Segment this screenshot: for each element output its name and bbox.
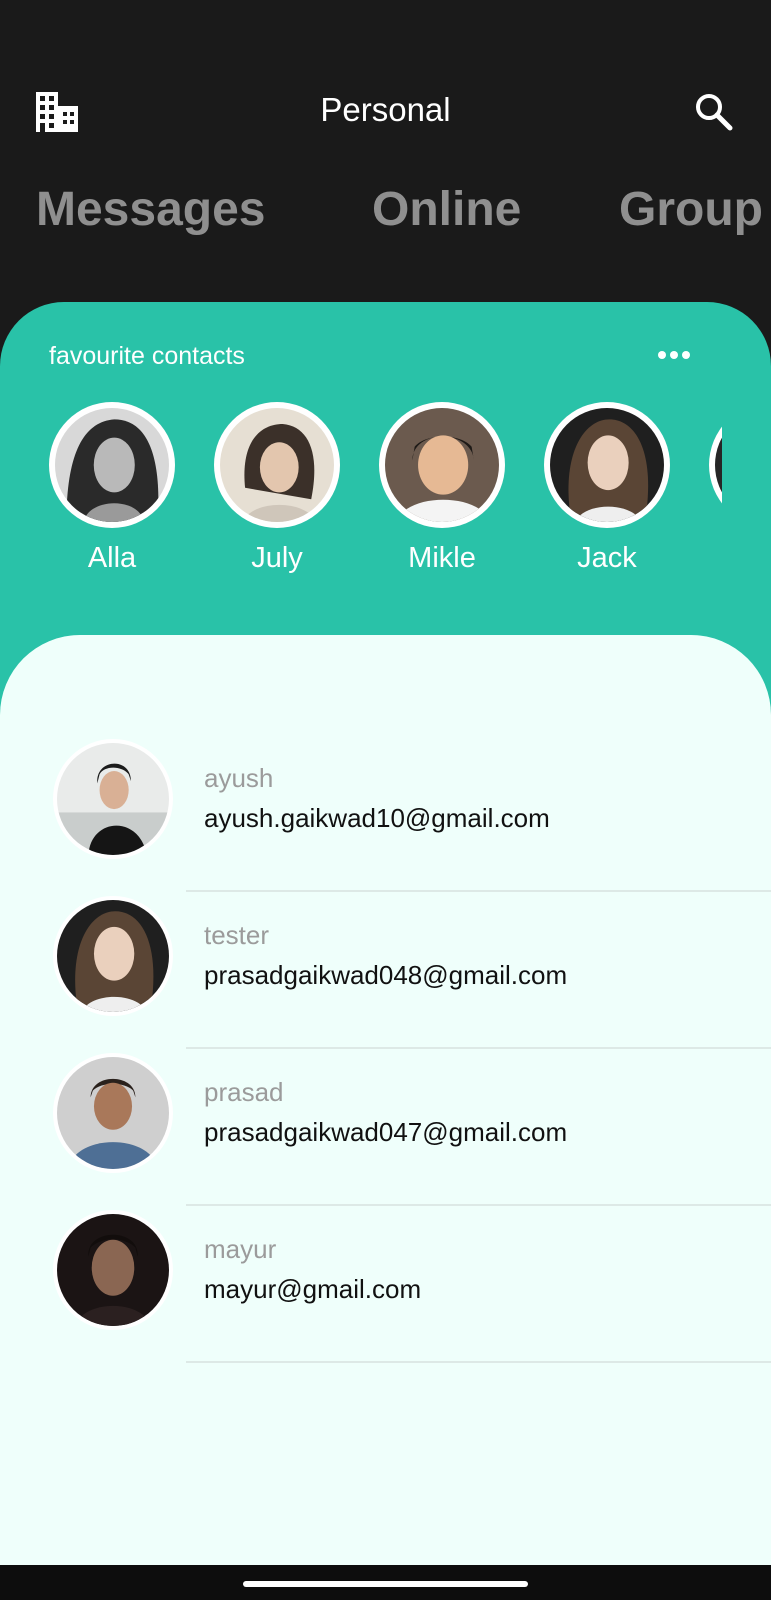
tab-bar: Messages Online Group: [0, 178, 771, 248]
contact-row[interactable]: tester prasadgaikwad048@gmail.com: [0, 892, 771, 1049]
avatar: [709, 402, 722, 528]
favourite-contacts-strip: Alla July Mikle Jack: [0, 402, 722, 592]
favourite-contact-name: Jack: [577, 542, 637, 574]
contact-name: ayush: [204, 763, 274, 793]
contact-row[interactable]: mayur mayur@gmail.com: [0, 1206, 771, 1363]
favourite-contact-name: Mikle: [408, 542, 476, 574]
contacts-list-panel: ayush ayush.gaikwad10@gmail.com tester p…: [0, 635, 771, 1565]
favourite-contact[interactable]: Alla: [49, 402, 175, 576]
more-horizontal-icon[interactable]: [657, 346, 691, 364]
contact-name: tester: [204, 920, 270, 950]
contact-row[interactable]: prasad prasadgaikwad047@gmail.com: [0, 1049, 771, 1206]
tab-group[interactable]: Group: [619, 178, 763, 242]
favourite-contact[interactable]: July: [214, 402, 340, 576]
favourite-contact-name: July: [251, 542, 303, 574]
contact-row[interactable]: ayush ayush.gaikwad10@gmail.com: [0, 735, 771, 892]
tab-online[interactable]: Online: [372, 178, 521, 242]
search-icon[interactable]: [694, 92, 734, 132]
tab-messages[interactable]: Messages: [36, 178, 265, 242]
home-indicator[interactable]: [243, 1581, 528, 1587]
avatar: [53, 739, 173, 859]
page-title: Personal: [320, 91, 451, 128]
avatar: [53, 1210, 173, 1330]
contact-name: mayur: [204, 1234, 277, 1264]
avatar: [544, 402, 670, 528]
contact-email: prasadgaikwad048@gmail.com: [204, 960, 568, 990]
favourite-contact[interactable]: [709, 402, 722, 528]
avatar: [53, 1053, 173, 1173]
contact-email: mayur@gmail.com: [204, 1274, 422, 1304]
avatar: [379, 402, 505, 528]
avatar: [214, 402, 340, 528]
favourite-contact[interactable]: Mikle: [379, 402, 505, 576]
contacts-list: ayush ayush.gaikwad10@gmail.com tester p…: [0, 735, 771, 1363]
contact-email: ayush.gaikwad10@gmail.com: [204, 803, 550, 833]
top-bar: Personal Messages Online Group: [0, 0, 771, 300]
contact-name: prasad: [204, 1077, 284, 1107]
favourite-contacts-title: favourite contacts: [49, 342, 245, 370]
avatar: [53, 896, 173, 1016]
contact-email: prasadgaikwad047@gmail.com: [204, 1117, 568, 1147]
divider: [186, 1361, 771, 1363]
favourite-contact-name: Alla: [87, 542, 137, 574]
favourite-contact[interactable]: Jack: [544, 402, 670, 576]
avatar: [49, 402, 175, 528]
